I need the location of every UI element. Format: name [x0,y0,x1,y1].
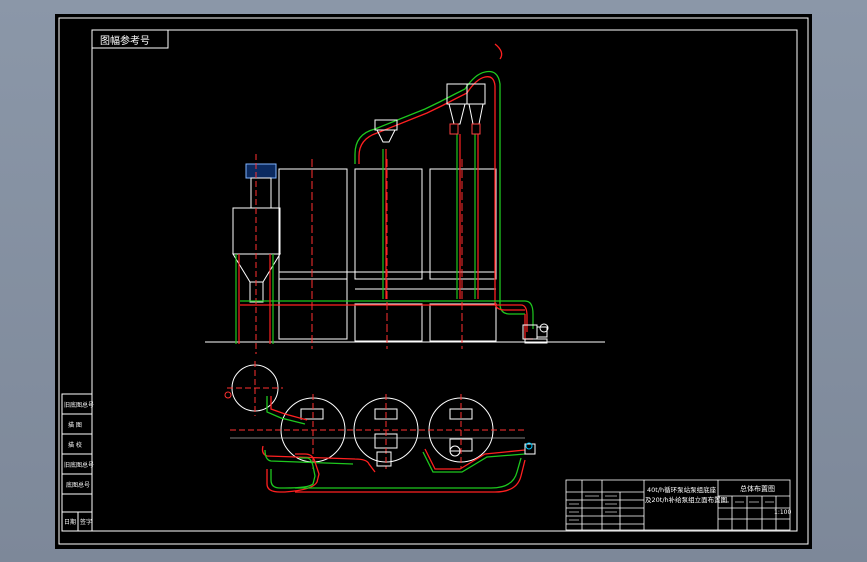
side-table-cell: 日期 [64,518,76,526]
cad-drawing: 图幅参考号 旧底图总号 描 图 描 校 旧底图总号 底图总号 日期 签字 40t… [58,17,809,545]
cyclone-separators [374,83,486,143]
side-table-cell: 底图总号 [66,481,90,489]
silo-plan [224,361,283,416]
cad-viewport: 图幅参考号 旧底图总号 描 图 描 校 旧底图总号 底图总号 日期 签字 40t… [0,0,867,562]
side-table-cell: 旧底图总号 [64,401,94,409]
scale-label: 1:100 [774,509,791,516]
side-table-cell: 描 校 [68,441,82,449]
drawing-title-line2: 及20t/h补给泵组立面布置图 [645,495,727,504]
side-table: 旧底图总号 描 图 描 校 旧底图总号 底图总号 日期 签字 [61,393,94,532]
side-table-cell: 签字 [80,518,92,526]
conveying-pipe [354,43,525,315]
plan-view [224,361,536,493]
plan-pipes [261,396,526,493]
side-table-cell: 旧底图总号 [64,461,94,469]
right-title: 总体布置图 [740,484,775,493]
reference-number-box: 图幅参考号 [91,29,169,49]
elevation-view [205,43,605,354]
reference-number-label: 图幅参考号 [100,34,150,47]
drawing-sheet: 图幅参考号 旧底图总号 描 图 描 校 旧底图总号 底图总号 日期 签字 40t… [55,14,812,549]
side-table-cell: 描 图 [68,421,82,429]
drawing-title-line1: 40t/h循环泵站泵组底座 [647,485,717,494]
